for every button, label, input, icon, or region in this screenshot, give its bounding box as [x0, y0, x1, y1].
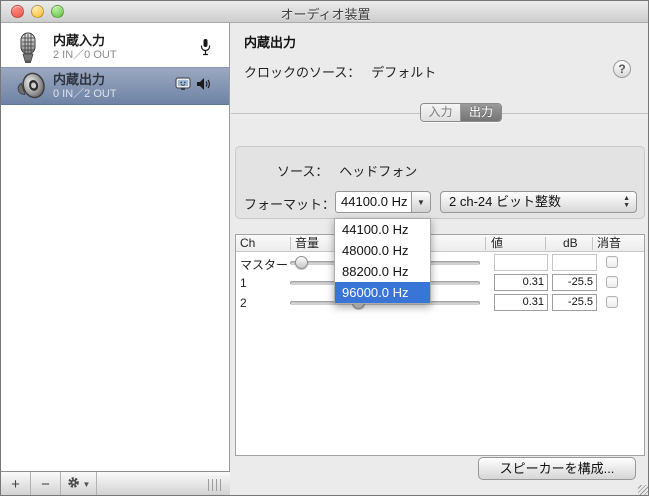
- output-detail-pane: 内蔵出力 クロックのソース： デフォルト ? 入力 出力 ソース： ヘッドフォン…: [231, 23, 649, 496]
- menu-item-88200[interactable]: 88200.0 Hz: [335, 261, 430, 282]
- format-label: フォーマット：: [244, 194, 335, 213]
- source-label: ソース：: [277, 164, 328, 179]
- device-sidebar: 内蔵入力 2 IN／0 OUT: [1, 23, 230, 496]
- col-db: dB: [563, 235, 578, 252]
- titlebar[interactable]: オーディオ装置: [1, 1, 649, 23]
- sidebar-item-built-in-output[interactable]: 内蔵出力 0 IN／2 OUT: [1, 67, 229, 105]
- audio-devices-window: オーディオ装置 内蔵入力 2 IN／0 OUT: [0, 0, 649, 496]
- sample-rate-combo[interactable]: 44100.0 Hz: [335, 191, 412, 213]
- speaker-icon: [15, 71, 49, 106]
- bit-depth-popup[interactable]: 2 ch-24 ビット整数 ▲▼: [440, 191, 637, 213]
- pane-title: 内蔵出力: [244, 32, 296, 51]
- mute-checkbox[interactable]: [606, 276, 618, 288]
- device-name: 内蔵入力: [53, 32, 117, 49]
- value-field[interactable]: 0.31: [494, 294, 548, 311]
- col-mute: 消音: [597, 235, 621, 252]
- sample-rate-menu: 44100.0 Hz 48000.0 Hz 88200.0 Hz 96000.0…: [334, 218, 431, 304]
- window-resize-grip[interactable]: [638, 485, 648, 495]
- menu-item-44100[interactable]: 44100.0 Hz: [335, 219, 430, 240]
- db-field[interactable]: -25.5: [552, 294, 597, 311]
- tab-input[interactable]: 入力: [421, 104, 461, 121]
- help-button[interactable]: ?: [613, 60, 631, 78]
- system-alert-output-icon: [175, 77, 191, 94]
- add-device-button[interactable]: +: [1, 472, 31, 496]
- io-tabs: 入力 出力: [420, 103, 502, 122]
- col-volume: 音量: [295, 235, 319, 252]
- device-channels: 2 IN／0 OUT: [53, 49, 117, 62]
- menu-item-48000[interactable]: 48000.0 Hz: [335, 240, 430, 261]
- microphone-icon: [15, 32, 41, 67]
- device-channels: 0 IN／2 OUT: [53, 88, 117, 101]
- col-ch: Ch: [240, 235, 255, 252]
- updown-arrows-icon: ▲▼: [623, 195, 630, 209]
- sample-rate-combo-arrow[interactable]: ▼: [412, 191, 431, 213]
- table-row-master: マスター: [236, 253, 644, 273]
- channel-label: 1: [240, 276, 247, 290]
- stream-settings-group: ソース： ヘッドフォン フォーマット： 44100.0 Hz ▼ 2 ch-24…: [235, 146, 645, 219]
- table-row-ch1: 1 0.31 -25.5: [236, 273, 644, 293]
- remove-device-button[interactable]: −: [31, 472, 61, 496]
- table-row-ch2: 2 0.31 -25.5: [236, 293, 644, 313]
- db-field[interactable]: -25.5: [552, 274, 597, 291]
- gear-icon: [67, 476, 80, 493]
- window-title: オーディオ装置: [1, 4, 649, 23]
- default-output-speaker-icon: [196, 77, 211, 94]
- configure-speakers-button[interactable]: スピーカーを構成...: [478, 457, 636, 480]
- sidebar-toolbar: + − ▼: [1, 471, 230, 496]
- menu-item-96000[interactable]: 96000.0 Hz: [335, 282, 430, 303]
- tab-output[interactable]: 出力: [461, 104, 501, 121]
- chevron-down-icon: ▼: [417, 198, 425, 207]
- clock-source-value: デフォルト: [371, 65, 436, 80]
- value-field[interactable]: [494, 254, 548, 271]
- splitter-grip[interactable]: [208, 479, 222, 491]
- table-header: Ch 音量 値 dB 消音: [236, 235, 644, 252]
- mute-checkbox[interactable]: [606, 296, 618, 308]
- slider-knob[interactable]: [295, 256, 308, 269]
- channel-label: マスター: [240, 256, 288, 273]
- db-field[interactable]: [552, 254, 597, 271]
- value-field[interactable]: 0.31: [494, 274, 548, 291]
- clock-source-row: クロックのソース： デフォルト: [244, 62, 436, 81]
- chevron-down-icon: ▼: [83, 480, 91, 489]
- default-input-mic-icon: [200, 38, 211, 59]
- col-value: 値: [491, 235, 503, 252]
- source-value: ヘッドフォン: [339, 164, 417, 179]
- device-name: 内蔵出力: [53, 71, 117, 88]
- mute-checkbox[interactable]: [606, 256, 618, 268]
- action-menu-button[interactable]: ▼: [61, 472, 97, 496]
- channel-label: 2: [240, 296, 247, 310]
- clock-source-label: クロックのソース：: [244, 65, 360, 80]
- sidebar-item-built-in-input[interactable]: 内蔵入力 2 IN／0 OUT: [1, 29, 229, 67]
- channel-mixer-table: Ch 音量 値 dB 消音 マスター: [235, 234, 645, 456]
